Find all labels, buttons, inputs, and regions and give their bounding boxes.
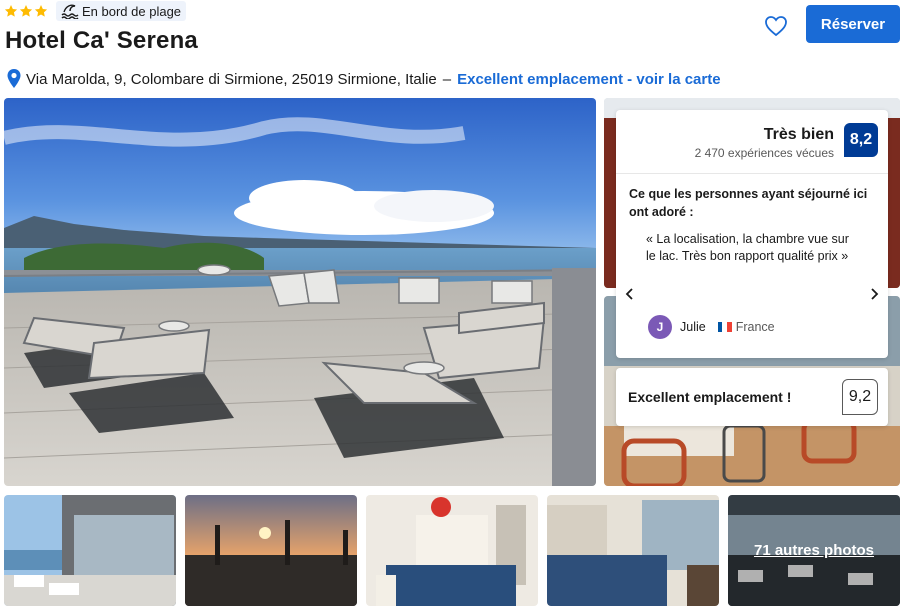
heart-icon: [765, 16, 787, 37]
previous-review-button[interactable]: [622, 286, 638, 302]
header-meta: En bord de plage: [4, 0, 187, 22]
star-icon: [4, 5, 18, 17]
france-flag-icon: [717, 322, 732, 332]
rating-summary[interactable]: Très bien 2 470 expériences vécues 8,2: [616, 110, 888, 174]
star-icon: [19, 5, 33, 17]
review-score-badge: 8,2: [844, 123, 878, 157]
map-pin-icon: [7, 69, 21, 88]
reviewer-name: Julie: [680, 320, 706, 334]
beach-label: En bord de plage: [82, 3, 182, 19]
reviewer-country: France: [717, 320, 775, 334]
chevron-left-icon: [625, 288, 633, 300]
more-photos-link[interactable]: 71 autres photos: [728, 495, 900, 606]
star-icon: [34, 5, 48, 17]
beach-badge: En bord de plage: [56, 1, 187, 21]
location-score-label: Excellent emplacement !: [628, 389, 792, 405]
location-score-card[interactable]: Excellent emplacement ! 9,2: [616, 368, 888, 426]
guests-loved-heading: Ce que les personnes ayant séjourné ici …: [629, 187, 868, 219]
address-separator: –: [442, 70, 452, 88]
review-quote: « La localisation, la chambre vue sur le…: [646, 232, 849, 263]
avatar: J: [648, 315, 672, 339]
review-card: Très bien 2 470 expériences vécues 8,2 C…: [616, 110, 888, 358]
book-button[interactable]: Réserver: [806, 5, 900, 43]
reviewer-country-label: France: [735, 320, 775, 334]
next-review-button[interactable]: [866, 286, 882, 302]
rating-word: Très bien: [763, 126, 834, 143]
reviewer: J Julie France: [648, 315, 775, 339]
save-to-wishlist-button[interactable]: [758, 8, 794, 44]
thumbnail-photo-3[interactable]: [366, 495, 538, 606]
thumbnail-photo-1[interactable]: [4, 495, 176, 606]
review-count: 2 470 expériences vécues: [694, 146, 834, 160]
hotel-address: Via Marolda, 9, Colombare di Sirmione, 2…: [26, 70, 437, 88]
chevron-right-icon: [871, 288, 879, 300]
location-score-badge: 9,2: [842, 379, 878, 415]
thumbnail-photo-2[interactable]: [185, 495, 357, 606]
main-photo-terrace[interactable]: [4, 98, 596, 486]
address-row: Via Marolda, 9, Colombare di Sirmione, 2…: [6, 68, 721, 90]
show-map-link[interactable]: Excellent emplacement - voir la carte: [457, 71, 720, 88]
hotel-name: Hotel Ca' Serena: [5, 27, 198, 54]
thumbnail-photo-4[interactable]: [547, 495, 719, 606]
beach-wave-icon: [61, 4, 79, 19]
star-rating: [4, 4, 48, 18]
